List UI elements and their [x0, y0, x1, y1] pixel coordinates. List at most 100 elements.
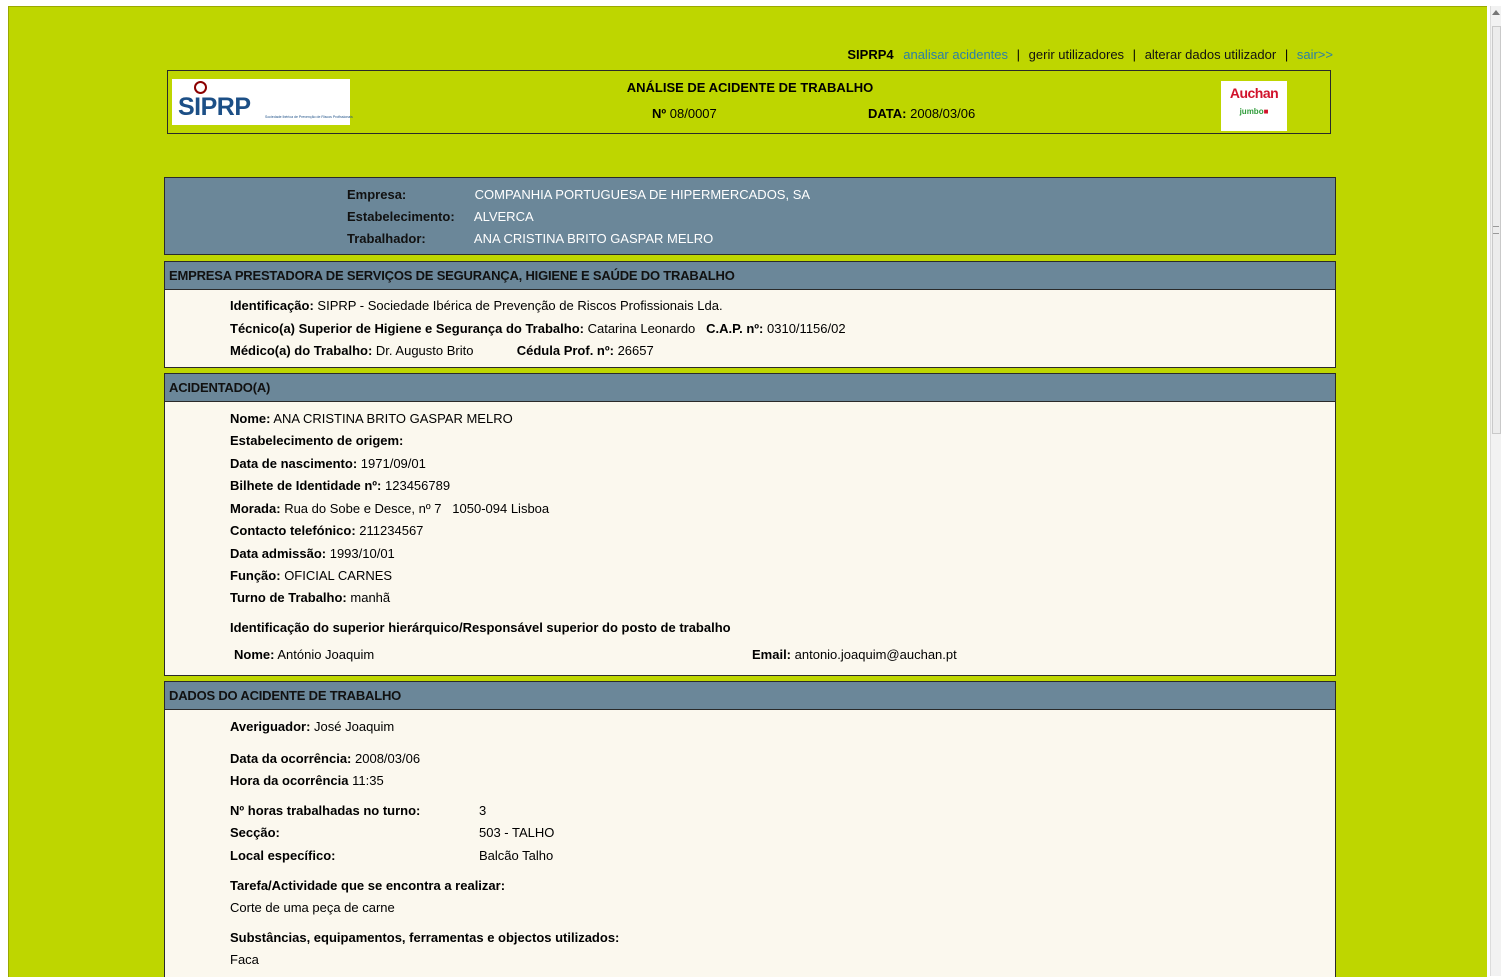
substancias-value: Faca — [230, 952, 259, 967]
nav-alterar-dados-link[interactable]: alterar dados utilizador — [1145, 47, 1277, 62]
superior-title: Identificação do superior hierárquico/Re… — [230, 620, 731, 635]
report-number-label: Nº — [652, 106, 667, 121]
elephant-icon: ■ — [1263, 107, 1269, 116]
seccao-value: 503 - TALHO — [479, 825, 555, 840]
bi-label: Bilhete de Identidade nº: — [230, 478, 382, 493]
cedula-label: Cédula Prof. nº: — [516, 343, 614, 358]
local-label-cell: Local específico: — [230, 848, 335, 863]
substancias-label: Substâncias, equipamentos, ferramentas e… — [230, 930, 620, 945]
superior-nome-row: Nome: António Joaquim — [234, 647, 374, 662]
codigo-postal-value: 1050-094 Lisboa — [452, 501, 550, 516]
empresa-row: Empresa: COMPANHIA PORTUGUESA DE HIPERME… — [347, 187, 810, 202]
morada-label: Morada: — [230, 501, 281, 516]
scrollbar-grip-icon — [1493, 226, 1499, 234]
seccao-label: Secção: — [230, 825, 280, 840]
data-ocorrencia-label: Data da ocorrência: — [230, 751, 352, 766]
substancias-label-row: Substâncias, equipamentos, ferramentas e… — [230, 930, 619, 945]
bi-value: 123456789 — [385, 478, 451, 493]
report-page: SIPRP4 analisar acidentes | gerir utiliz… — [8, 6, 1487, 977]
estabelecimento-value: ALVERCA — [473, 209, 534, 224]
estabelecimento-row: Estabelecimento: ALVERCA — [347, 209, 534, 224]
dados-acidente-section-title: DADOS DO ACIDENTE DE TRABALHO — [165, 682, 1335, 710]
tarefa-label: Tarefa/Actividade que se encontra a real… — [230, 878, 506, 893]
funcao-label: Função: — [230, 568, 281, 583]
funcao-row: Função: OFICIAL CARNES — [230, 568, 392, 583]
morada-row: Morada: Rua do Sobe e Desce, nº 7 1050-0… — [230, 501, 549, 516]
horas-trabalhadas-label-cell: Nº horas trabalhadas no turno: — [230, 803, 420, 818]
superior-email-label: Email: — [752, 647, 792, 662]
nav-gerir-utilizadores-link[interactable]: gerir utilizadores — [1029, 47, 1124, 62]
estab-origem-label: Estabelecimento de origem: — [230, 433, 404, 448]
morada-value: Rua do Sobe e Desce, nº 7 — [284, 501, 442, 516]
funcao-value: OFICIAL CARNES — [284, 568, 393, 583]
data-ocorrencia-value: 2008/03/06 — [355, 751, 421, 766]
tecnico-row: Técnico(a) Superior de Higiene e Seguran… — [230, 321, 846, 336]
hora-ocorrencia-row: Hora da ocorrência 11:35 — [230, 773, 384, 788]
nav-separator: | — [1284, 47, 1289, 62]
report-header: SIPRP Sociedade Ibérica de Prevenção de … — [167, 70, 1331, 134]
scroll-up-arrow-icon[interactable] — [1492, 10, 1500, 15]
horas-trabalhadas-value: 3 — [479, 803, 487, 818]
auchan-jumbo-logo: Auchan jumbo■ — [1221, 81, 1287, 131]
local-label: Local específico: — [230, 848, 336, 863]
siprp-logo-text: SIPRP — [178, 93, 251, 121]
turno-row: Turno de Trabalho: manhã — [230, 590, 390, 605]
admissao-row: Data admissão: 1993/10/01 — [230, 546, 395, 561]
turno-value: manhã — [350, 590, 391, 605]
superior-title-label: Identificação do superior hierárquico/Re… — [230, 620, 731, 635]
nascimento-label: Data de nascimento: — [230, 456, 358, 471]
prestadora-section: EMPRESA PRESTADORA DE SERVIÇOS DE SEGURA… — [164, 261, 1336, 368]
turno-label: Turno de Trabalho: — [230, 590, 347, 605]
acidentado-section-title: ACIDENTADO(A) — [165, 374, 1335, 402]
hora-ocorrencia-label: Hora da ocorrência — [230, 773, 349, 788]
identificacao-value: SIPRP - Sociedade Ibérica de Prevenção d… — [317, 298, 723, 313]
nascimento-value: 1971/09/01 — [360, 456, 426, 471]
horas-trabalhadas-label: Nº horas trabalhadas no turno: — [230, 803, 421, 818]
nav-separator: | — [1132, 47, 1137, 62]
tarefa-value: Corte de uma peça de carne — [230, 900, 395, 915]
nome-label: Nome: — [230, 411, 271, 426]
estabelecimento-label: Estabelecimento: — [347, 209, 455, 224]
nav-brand: SIPRP4 — [847, 47, 894, 62]
identificacao-row: Identificação: SIPRP - Sociedade Ibérica… — [230, 298, 723, 313]
averiguador-label: Averiguador: — [230, 719, 311, 734]
report-date-label: DATA: — [868, 106, 907, 121]
top-navigation: SIPRP4 analisar acidentes | gerir utiliz… — [769, 47, 1333, 62]
cap-value: 0310/1156/02 — [767, 321, 846, 336]
acidentado-section: ACIDENTADO(A) Nome: ANA CRISTINA BRITO G… — [164, 373, 1336, 676]
hora-ocorrencia-value: 11:35 — [352, 773, 384, 788]
nascimento-row: Data de nascimento: 1971/09/01 — [230, 456, 426, 471]
averiguador-row: Averiguador: José Joaquim — [230, 719, 394, 734]
report-date-value: 2008/03/06 — [910, 106, 976, 121]
auchan-logo-text: Auchan — [1229, 85, 1279, 101]
tecnico-label: Técnico(a) Superior de Higiene e Seguran… — [230, 321, 584, 336]
contacto-label: Contacto telefónico: — [230, 523, 356, 538]
superior-nome-value: António Joaquim — [277, 647, 375, 662]
trabalhador-label: Trabalhador: — [347, 231, 426, 246]
report-title: ANÁLISE DE ACIDENTE DE TRABALHO — [626, 80, 874, 95]
local-value: Balcão Talho — [479, 848, 554, 863]
report-number: Nº 08/0007 — [652, 106, 717, 121]
bi-row: Bilhete de Identidade nº: 123456789 — [230, 478, 450, 493]
dados-acidente-section: DADOS DO ACIDENTE DE TRABALHO Averiguado… — [164, 681, 1336, 977]
contacto-row: Contacto telefónico: 211234567 — [230, 523, 423, 538]
data-ocorrencia-row: Data da ocorrência: 2008/03/06 — [230, 751, 420, 766]
jumbo-logo-text: jumbo — [1239, 107, 1264, 116]
identificacao-label: Identificação: — [230, 298, 314, 313]
superior-email-row: Email: antonio.joaquim@auchan.pt — [752, 647, 957, 662]
admissao-value: 1993/10/01 — [329, 546, 395, 561]
vertical-scrollbar[interactable] — [1490, 6, 1501, 976]
nav-separator: | — [1016, 47, 1021, 62]
trabalhador-value: ANA CRISTINA BRITO GASPAR MELRO — [473, 231, 714, 246]
nome-value: ANA CRISTINA BRITO GASPAR MELRO — [273, 411, 513, 426]
nav-sair-link[interactable]: sair>> — [1297, 47, 1333, 62]
nav-analisar-acidentes-link[interactable]: analisar acidentes — [903, 47, 1008, 62]
empresa-label: Empresa: — [347, 187, 407, 202]
company-summary-panel: Empresa: COMPANHIA PORTUGUESA DE HIPERME… — [164, 177, 1336, 255]
averiguador-value: José Joaquim — [314, 719, 395, 734]
superior-email-value: antonio.joaquim@auchan.pt — [794, 647, 957, 662]
contacto-value: 211234567 — [359, 523, 424, 538]
medico-row: Médico(a) do Trabalho: Dr. Augusto Brito… — [230, 343, 654, 358]
cedula-value: 26657 — [617, 343, 654, 358]
admissao-label: Data admissão: — [230, 546, 327, 561]
